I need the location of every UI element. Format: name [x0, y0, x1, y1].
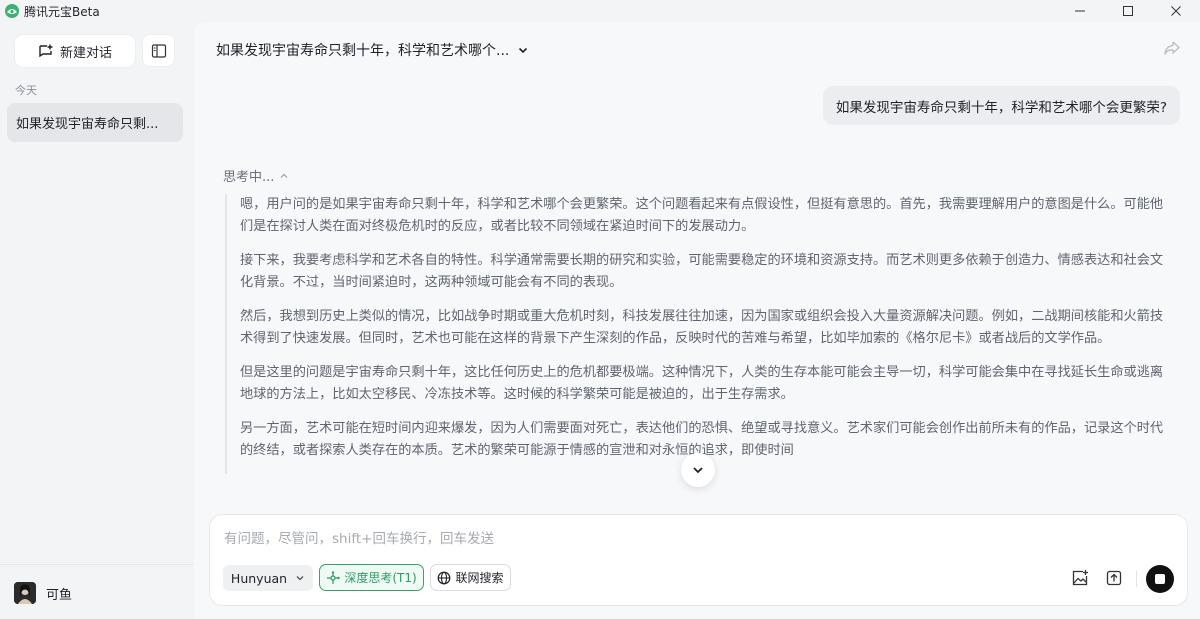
- thinking-paragraph: 接下来，我要考虑科学和艺术各自的特性。科学通常需要长期的研究和实验，可能需要稳定…: [240, 253, 1164, 290]
- sidebar: 新建对话 今天 如果发现宇宙寿命只剩... 可鱼: [0, 22, 194, 619]
- chevron-down-icon: [296, 576, 304, 581]
- sidebar-panel-icon: [151, 43, 166, 58]
- globe-icon: [438, 571, 451, 584]
- upload-icon: [1106, 570, 1122, 586]
- new-chat-icon: [39, 44, 53, 58]
- thinking-paragraph: 嗯，用户问的是如果宇宙寿命只剩十年，科学和艺术哪个会更繁荣。这个问题看起来有点假…: [240, 197, 1164, 234]
- upload-file-button[interactable]: [1103, 567, 1125, 589]
- conversation-item-label: 如果发现宇宙寿命只剩...: [16, 117, 159, 132]
- stop-generation-button[interactable]: [1146, 565, 1174, 593]
- deep-think-toggle[interactable]: 深度思考(T1): [319, 564, 424, 591]
- minimize-icon: [1075, 10, 1085, 12]
- chevron-down-icon: [519, 47, 528, 54]
- share-icon: [1164, 41, 1180, 55]
- toolbar-divider: [1136, 571, 1137, 587]
- close-button[interactable]: [1152, 0, 1200, 22]
- main-panel: 如果发现宇宙寿命只剩十年，科学和艺术哪个... 如果发现宇宙寿命只剩十年，科学和…: [194, 22, 1200, 619]
- chat-title: 如果发现宇宙寿命只剩十年，科学和艺术哪个...: [216, 43, 510, 59]
- app-title: 腾讯元宝Beta: [24, 4, 100, 19]
- share-button[interactable]: [1162, 38, 1182, 62]
- model-select-value: Hunyuan: [230, 570, 288, 586]
- scroll-to-bottom-button[interactable]: [681, 453, 715, 487]
- thinking-paragraph: 然后，我想到历史上类似的情况，比如战争时期或重大危机时刻，科技发展往往加速，因为…: [240, 309, 1164, 346]
- minimize-button[interactable]: [1056, 0, 1104, 22]
- composer: Hunyuan 深度思考(T1) 联网搜索: [210, 515, 1187, 605]
- thinking-label: 思考中...: [223, 170, 275, 185]
- chevron-down-icon: [693, 467, 703, 474]
- add-image-button[interactable]: [1069, 567, 1091, 589]
- toggle-sidebar-button[interactable]: [143, 35, 174, 66]
- web-search-toggle[interactable]: 联网搜索: [430, 564, 511, 591]
- thinking-content: 嗯，用户问的是如果宇宙寿命只剩十年，科学和艺术哪个会更繁荣。这个问题看起来有点假…: [225, 194, 1164, 474]
- user-name: 可鱼: [46, 587, 73, 603]
- deep-think-icon: [327, 570, 341, 584]
- chevron-up-icon: [280, 173, 288, 178]
- user-message: 如果发现宇宙寿命只剩十年，科学和艺术哪个会更繁荣?: [822, 86, 1180, 125]
- title-bar: 腾讯元宝Beta: [0, 0, 1200, 22]
- deep-think-label: 深度思考(T1): [344, 571, 417, 585]
- user-message-text: 如果发现宇宙寿命只剩十年，科学和艺术哪个会更繁荣?: [835, 99, 1167, 116]
- sidebar-divider: [0, 564, 194, 565]
- user-profile[interactable]: 可鱼: [14, 582, 72, 604]
- thinking-toggle[interactable]: 思考中...: [223, 166, 289, 185]
- thinking-paragraph: 但是这里的问题是宇宙寿命只剩十年，这比任何历史上的危机都要极端。这种情况下，人类…: [240, 365, 1164, 402]
- stop-icon: [1155, 574, 1165, 584]
- conversation-item[interactable]: 如果发现宇宙寿命只剩...: [7, 103, 183, 142]
- new-chat-button[interactable]: 新建对话: [15, 35, 135, 67]
- chat-title-dropdown[interactable]: 如果发现宇宙寿命只剩十年，科学和艺术哪个...: [216, 40, 529, 60]
- avatar: [14, 582, 36, 604]
- maximize-icon: [1123, 6, 1133, 16]
- maximize-button[interactable]: [1104, 0, 1152, 22]
- section-today-label: 今天: [15, 84, 37, 97]
- yuanbao-logo-icon: [5, 4, 19, 18]
- web-search-label: 联网搜索: [455, 571, 504, 585]
- new-chat-label: 新建对话: [59, 45, 112, 61]
- message-input[interactable]: [224, 527, 1124, 551]
- image-add-icon: [1072, 570, 1088, 586]
- model-select[interactable]: Hunyuan: [223, 565, 313, 591]
- close-icon: [1171, 6, 1181, 16]
